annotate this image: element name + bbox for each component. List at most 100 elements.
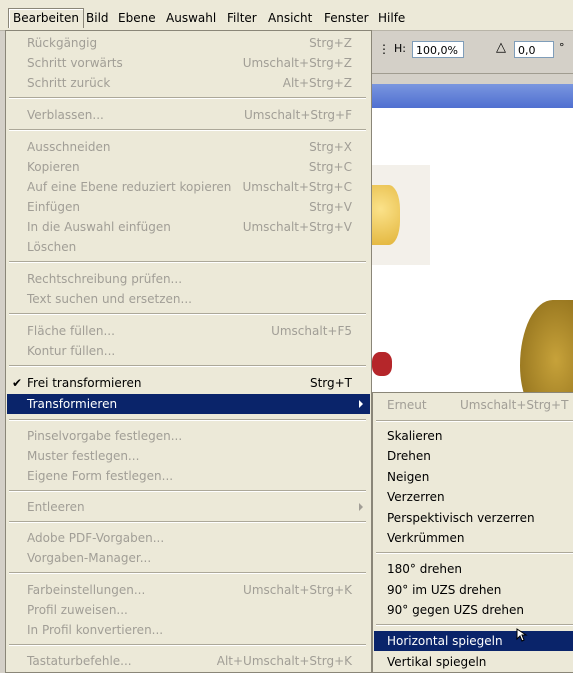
menu-item-label: Verzerren (387, 490, 445, 504)
menu-item-copy[interactable]: Kopieren Strg+C (7, 157, 370, 177)
menu-separator (376, 552, 573, 554)
menu-item-label: Rückgängig (27, 36, 98, 50)
menu-item-color-settings[interactable]: Farbeinstellungen... Umschalt+Strg+K (7, 580, 370, 600)
menu-separator (9, 644, 366, 646)
submenu-item-warp[interactable]: Verkrümmen (374, 528, 573, 548)
menu-item-label: Vertikal spiegeln (387, 655, 487, 669)
degree-label: ° (559, 41, 565, 54)
menu-filter[interactable]: Filter (223, 9, 261, 27)
menu-item-fade[interactable]: Verblassen... Umschalt+Strg+F (7, 105, 370, 125)
submenu-item-flip-horizontal[interactable]: Horizontal spiegeln (374, 631, 573, 651)
menu-separator (9, 572, 366, 574)
menu-fenster[interactable]: Fenster (320, 9, 373, 27)
menu-item-shortcut: Strg+T (309, 376, 352, 390)
image-red-detail (372, 352, 392, 376)
submenu-item-rotate-90-ccw[interactable]: 90° gegen UZS drehen (374, 600, 573, 620)
menu-item-shortcut: Umschalt+Strg+F (244, 108, 352, 122)
menu-item-shortcut: Strg+X (309, 140, 352, 154)
menu-item-shortcut: Umschalt+Strg+T (460, 398, 569, 412)
menu-separator (9, 261, 366, 263)
menu-ebene[interactable]: Ebene (114, 9, 160, 27)
menu-item-label: In Profil konvertieren... (27, 623, 164, 637)
submenu-arrow-icon (359, 503, 363, 511)
menu-item-find-replace[interactable]: Text suchen und ersetzen... (7, 289, 370, 309)
submenu-item-rotate-180[interactable]: 180° drehen (374, 559, 573, 579)
submenu-item-distort[interactable]: Verzerren (374, 487, 573, 507)
menu-item-paste-into[interactable]: In die Auswahl einfügen Umschalt+Strg+V (7, 217, 370, 237)
menu-item-label: Schritt zurück (27, 76, 111, 90)
menu-item-label: Rechtschreibung prüfen... (27, 272, 183, 286)
submenu-item-rotate-90-cw[interactable]: 90° im UZS drehen (374, 580, 573, 600)
menu-item-define-pattern[interactable]: Muster festlegen... (7, 446, 370, 466)
menu-item-cut[interactable]: Ausschneiden Strg+X (7, 137, 370, 157)
menu-item-label: Pinselvorgabe festlegen... (27, 429, 183, 443)
menu-item-label: Perspektivisch verzerren (387, 511, 535, 525)
menu-item-label: Horizontal spiegeln (387, 634, 503, 648)
menu-item-label: Ausschneiden (27, 140, 111, 154)
menu-item-clear[interactable]: Löschen (7, 237, 370, 257)
menu-item-preset-manager[interactable]: Vorgaben-Manager... (7, 548, 370, 568)
height-label: H: (394, 42, 406, 55)
menu-item-transform[interactable]: Transformieren (7, 394, 370, 414)
submenu-item-again[interactable]: Erneut Umschalt+Strg+T (374, 395, 573, 415)
menu-ansicht[interactable]: Ansicht (264, 9, 316, 27)
menu-item-shortcut: Alt+Umschalt+Strg+K (216, 654, 352, 668)
menu-item-copy-merged[interactable]: Auf eine Ebene reduziert kopieren Umscha… (7, 177, 370, 197)
submenu-item-rotate[interactable]: Drehen (374, 446, 573, 466)
document-titlebar[interactable] (372, 84, 573, 108)
menu-item-label: Kopieren (27, 160, 80, 174)
menu-separator (376, 420, 573, 422)
menu-separator (9, 521, 366, 523)
menu-item-stroke[interactable]: Kontur füllen... (7, 341, 370, 361)
menu-item-purge[interactable]: Entleeren (7, 497, 370, 517)
menu-item-define-shape[interactable]: Eigene Form festlegen... (7, 466, 370, 486)
menu-item-label: In die Auswahl einfügen (27, 220, 171, 234)
menu-item-label: Kontur füllen... (27, 344, 116, 358)
menu-item-label: Farbeinstellungen... (27, 583, 146, 597)
menu-item-label: Transformieren (27, 397, 118, 411)
menu-item-label: Fläche füllen... (27, 324, 115, 338)
menu-item-label: Auf eine Ebene reduziert kopieren (27, 180, 232, 194)
submenu-item-flip-vertical[interactable]: Vertikal spiegeln (374, 652, 573, 672)
menu-item-label: 180° drehen (387, 562, 462, 576)
submenu-item-scale[interactable]: Skalieren (374, 426, 573, 446)
image-pasta-left (372, 165, 430, 265)
menu-separator (9, 97, 366, 99)
menu-item-step-forward[interactable]: Schritt vorwärts Umschalt+Strg+Z (7, 53, 370, 73)
menubar: Bearbeiten Bild Ebene Auswahl Filter Ans… (0, 0, 573, 31)
menu-item-shortcut: Alt+Strg+Z (282, 76, 352, 90)
menu-item-pdf-presets[interactable]: Adobe PDF-Vorgaben... (7, 528, 370, 548)
menu-item-keyboard-shortcuts[interactable]: Tastaturbefehle... Alt+Umschalt+Strg+K (7, 651, 370, 671)
menu-item-label: Entleeren (27, 500, 85, 514)
angle-input[interactable]: 0,0 (514, 41, 554, 58)
menu-item-shortcut: Umschalt+F5 (271, 324, 352, 338)
menu-item-shortcut: Umschalt+Strg+C (242, 180, 352, 194)
menu-item-assign-profile[interactable]: Profil zuweisen... (7, 600, 370, 620)
menu-hilfe[interactable]: Hilfe (374, 9, 409, 27)
menu-bild[interactable]: Bild (82, 9, 113, 27)
menu-bearbeiten[interactable]: Bearbeiten (8, 8, 84, 28)
menu-item-free-transform[interactable]: ✔ Frei transformieren Strg+T (7, 373, 370, 393)
menu-item-paste[interactable]: Einfügen Strg+V (7, 197, 370, 217)
height-input[interactable]: 100,0% (412, 41, 464, 58)
menu-item-label: Vorgaben-Manager... (27, 551, 152, 565)
menu-separator (9, 313, 366, 315)
edit-menu-dropdown: Rückgängig Strg+Z Schritt vorwärts Umsch… (5, 30, 372, 673)
menu-item-define-brush[interactable]: Pinselvorgabe festlegen... (7, 426, 370, 446)
menu-item-label: Verblassen... (27, 108, 104, 122)
menu-item-shortcut: Strg+C (308, 160, 352, 174)
checkmark-icon: ✔ (12, 376, 23, 390)
menu-auswahl[interactable]: Auswahl (162, 9, 220, 27)
submenu-item-perspective[interactable]: Perspektivisch verzerren (374, 508, 573, 528)
menu-item-undo[interactable]: Rückgängig Strg+Z (7, 33, 370, 53)
menu-item-fill[interactable]: Fläche füllen... Umschalt+F5 (7, 321, 370, 341)
menu-item-label: 90° gegen UZS drehen (387, 603, 524, 617)
link-icon[interactable]: ⋮ (378, 42, 390, 56)
menu-item-spellcheck[interactable]: Rechtschreibung prüfen... (7, 269, 370, 289)
submenu-arrow-icon (359, 400, 363, 408)
submenu-item-skew[interactable]: Neigen (374, 467, 573, 487)
menu-item-step-back[interactable]: Schritt zurück Alt+Strg+Z (7, 73, 370, 93)
menu-separator (9, 129, 366, 131)
menu-item-convert-profile[interactable]: In Profil konvertieren... (7, 620, 370, 640)
menu-item-label: Neigen (387, 470, 430, 484)
